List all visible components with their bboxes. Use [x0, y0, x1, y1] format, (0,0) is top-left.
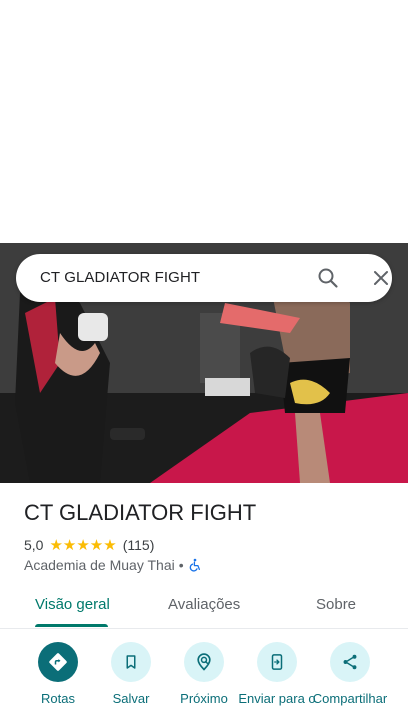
map-blank-area	[0, 0, 408, 243]
search-icon[interactable]	[316, 266, 340, 290]
share-button[interactable]: Compartilhar	[309, 642, 391, 707]
nearby-button[interactable]: Próximo	[164, 642, 244, 707]
send-to-phone-label: Enviar para o	[238, 691, 316, 706]
save-label: Salvar	[112, 691, 150, 706]
tab-about[interactable]: Sobre	[316, 596, 356, 613]
category-row: Academia de Muay Thai •	[24, 557, 202, 573]
share-icon	[330, 642, 370, 682]
place-category: Academia de Muay Thai	[24, 557, 175, 573]
tab-overview[interactable]: Visão geral	[35, 596, 110, 613]
share-label: Compartilhar	[312, 691, 388, 706]
bookmark-icon	[111, 642, 151, 682]
tab-bar: Visão geral Avaliações Sobre	[0, 586, 408, 629]
nearby-label: Próximo	[180, 691, 228, 706]
wheelchair-accessible-icon	[188, 558, 202, 572]
directions-label: Rotas	[41, 691, 75, 706]
tab-reviews[interactable]: Avaliações	[168, 596, 240, 613]
directions-button[interactable]: Rotas	[18, 642, 98, 707]
save-button[interactable]: Salvar	[91, 642, 171, 707]
rating-value: 5,0	[24, 537, 44, 553]
send-to-phone-icon	[257, 642, 297, 682]
nearby-icon	[184, 642, 224, 682]
send-to-phone-button[interactable]: Enviar para o	[237, 642, 317, 707]
review-count[interactable]: (115)	[123, 537, 155, 553]
active-tab-indicator	[35, 624, 108, 627]
star-rating: ★★★★★	[49, 537, 117, 554]
rating-row[interactable]: 5,0 ★★★★★ (115)	[24, 536, 154, 554]
directions-icon	[38, 642, 78, 682]
search-input[interactable]: CT GLADIATOR FIGHT	[40, 269, 200, 286]
separator-dot: •	[178, 557, 184, 573]
close-icon[interactable]	[369, 266, 393, 290]
place-title: CT GLADIATOR FIGHT	[24, 500, 257, 525]
search-bar[interactable]: CT GLADIATOR FIGHT	[16, 254, 392, 302]
